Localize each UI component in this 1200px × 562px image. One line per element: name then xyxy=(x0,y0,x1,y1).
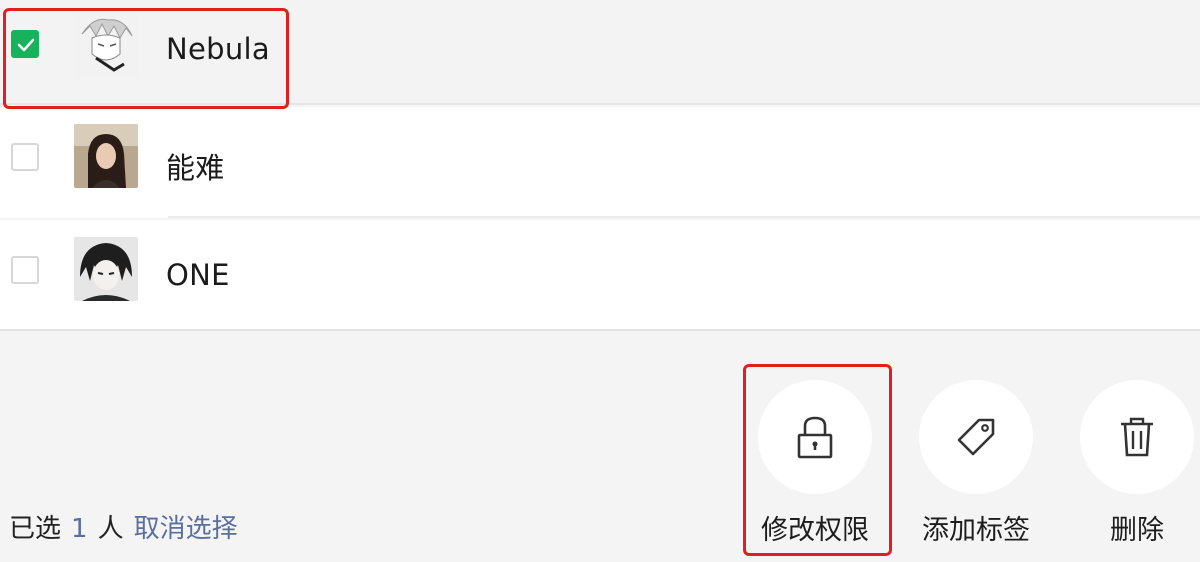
delete-label: 删除 xyxy=(1110,515,1164,546)
member-management-panel: Nebula 能难 ONE 已选 1 人 取消选择 修改权限 添加标签 删除 xyxy=(0,0,1200,562)
member-checkbox-checked[interactable] xyxy=(11,30,39,58)
lock-icon xyxy=(797,416,833,459)
delete-circle[interactable] xyxy=(1080,380,1194,494)
modify-permission-button[interactable]: 修改权限 xyxy=(755,380,875,547)
delete-button[interactable]: 删除 xyxy=(1077,380,1197,547)
cancel-selection-link[interactable]: 取消选择 xyxy=(134,514,238,544)
add-tag-button[interactable]: 添加标签 xyxy=(916,380,1036,547)
modify-permission-label: 修改权限 xyxy=(761,515,869,546)
selection-count: 1 xyxy=(71,514,88,544)
check-icon xyxy=(17,38,35,52)
selection-suffix: 人 xyxy=(97,514,124,544)
member-checkbox[interactable] xyxy=(11,143,39,171)
modify-permission-circle[interactable] xyxy=(758,380,872,494)
avatar xyxy=(74,237,138,301)
member-row[interactable]: 能难 xyxy=(0,107,1200,218)
selection-summary: 已选 1 人取消选择 xyxy=(9,508,238,545)
avatar xyxy=(74,14,138,78)
member-name: ONE xyxy=(166,258,230,292)
tag-icon xyxy=(957,418,995,456)
add-tag-label: 添加标签 xyxy=(922,515,1030,546)
member-name: 能难 xyxy=(166,151,225,185)
member-name: Nebula xyxy=(166,32,270,66)
member-row[interactable]: ONE xyxy=(0,220,1200,331)
member-checkbox[interactable] xyxy=(11,256,39,284)
trash-icon xyxy=(1121,417,1153,457)
row-divider xyxy=(168,216,1200,218)
add-tag-circle[interactable] xyxy=(919,380,1033,494)
avatar xyxy=(74,124,138,188)
member-row[interactable]: Nebula xyxy=(0,0,1200,105)
selection-prefix: 已选 xyxy=(9,514,62,544)
